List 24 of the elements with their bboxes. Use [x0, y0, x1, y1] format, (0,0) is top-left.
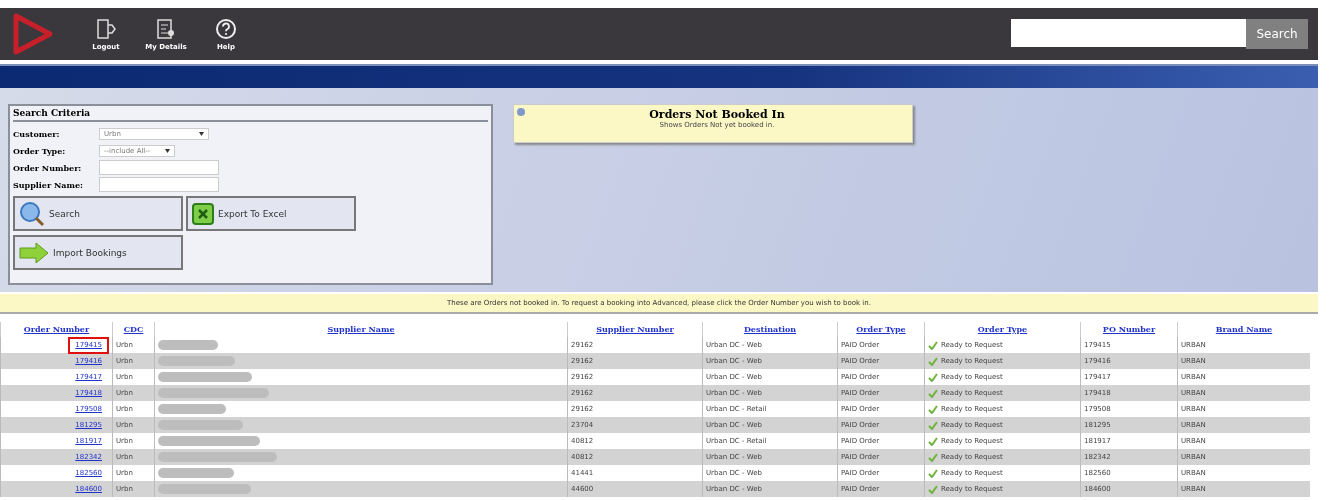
field-label: Order Type: [13, 145, 67, 156]
field-label: Order Number: [13, 162, 83, 173]
input-field[interactable] [99, 160, 219, 175]
info-dot-icon [517, 108, 525, 116]
panel-title: Search Criteria [13, 108, 488, 122]
field-label: Supplier Name: [13, 179, 84, 190]
search-field[interactable] [1011, 19, 1246, 47]
magnifier-icon [19, 200, 45, 227]
action-button[interactable]: Search [13, 196, 183, 231]
field-label: Customer: [13, 128, 61, 139]
input-field[interactable] [99, 177, 219, 192]
door-icon [96, 17, 116, 40]
dropdown-arrow-icon [199, 131, 204, 136]
notice-title: Orders Not Booked In [649, 108, 785, 121]
action-button[interactable]: Export To Excel [186, 196, 356, 231]
dropdown-arrow-icon [165, 148, 170, 153]
action-button[interactable]: Import Bookings [13, 235, 183, 270]
help-icon [215, 17, 237, 40]
search-button[interactable]: Search [1246, 19, 1308, 49]
blurred-text-drawing [158, 340, 218, 350]
arrow-icon [19, 241, 49, 264]
document-icon [156, 17, 176, 40]
spreadsheet-icon [192, 202, 214, 225]
blurred-text-drawing [158, 404, 226, 414]
